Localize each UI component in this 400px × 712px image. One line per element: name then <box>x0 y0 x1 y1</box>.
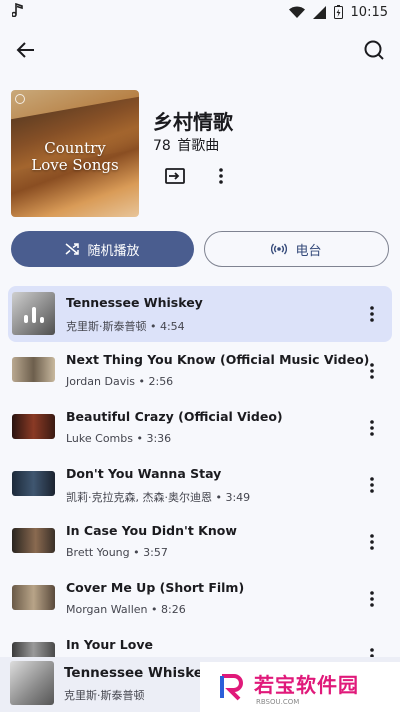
arrow-back-icon <box>16 42 34 58</box>
song-row[interactable]: Beautiful Crazy (Official Video) Luke Co… <box>8 400 392 456</box>
search-button[interactable] <box>356 32 392 68</box>
song-title: In Case You Didn't Know <box>66 523 237 538</box>
more-vert-icon <box>370 420 374 436</box>
song-row[interactable]: Tennessee Whiskey 克里斯·斯泰普顿 • 4:54 <box>8 286 392 342</box>
radio-label: 电台 <box>295 243 322 259</box>
youtube-badge-icon <box>15 94 25 104</box>
song-row[interactable]: Next Thing You Know (Official Music Vide… <box>8 343 392 399</box>
song-subtitle: Luke Combs • 3:36 <box>66 432 172 445</box>
more-vert-icon <box>370 363 374 379</box>
song-title: Don't You Wanna Stay <box>66 466 222 481</box>
song-subtitle: 克里斯·斯泰普顿 • 4:54 <box>66 320 185 333</box>
status-bar: 10:15 <box>0 0 400 24</box>
song-row[interactable]: Don't You Wanna Stay 凯莉·克拉克森, 杰森·奥尔迪恩 • … <box>8 457 392 513</box>
song-thumbnail <box>12 585 55 610</box>
song-thumbnail <box>12 292 55 335</box>
song-subtitle: Jordan Davis • 2:56 <box>66 375 174 388</box>
song-thumbnail <box>12 357 55 382</box>
queue-import-icon <box>165 168 185 184</box>
now-playing-equalizer-icon <box>12 307 55 323</box>
radio-button[interactable]: 电台 <box>204 231 389 267</box>
back-button[interactable] <box>8 32 44 68</box>
song-thumbnail <box>12 471 55 496</box>
song-more-button[interactable] <box>358 585 386 613</box>
more-vert-icon <box>370 306 374 322</box>
song-thumbnail <box>12 528 55 553</box>
mini-player-thumbnail <box>10 661 54 705</box>
cover-title-line2: Love Songs <box>31 156 119 174</box>
song-thumbnail <box>12 414 55 439</box>
song-subtitle: Brett Young • 3:57 <box>66 546 168 559</box>
shuffle-play-label: 随机播放 <box>87 243 140 259</box>
watermark: 若宝软件园 RBSOU.COM <box>200 662 400 712</box>
watermark-text: 若宝软件园 <box>254 672 359 697</box>
shuffle-play-button[interactable]: 随机播放 <box>11 231 194 267</box>
song-title: Beautiful Crazy (Official Video) <box>66 409 283 424</box>
song-more-button[interactable] <box>358 414 386 442</box>
cover-title-line1: Country <box>44 139 106 157</box>
song-more-button[interactable] <box>358 642 386 658</box>
signal-icon <box>312 5 326 19</box>
playlist-more-button[interactable] <box>207 162 235 190</box>
watermark-url: RBSOU.COM <box>256 697 300 706</box>
song-list: Tennessee Whiskey 克里斯·斯泰普顿 • 4:54 Next T… <box>0 282 400 658</box>
playlist-cover: Country Love Songs <box>11 90 139 217</box>
watermark-logo-icon <box>216 671 248 703</box>
song-title: Cover Me Up (Short Film) <box>66 580 245 595</box>
mini-player-artist: 克里斯·斯泰普顿 <box>64 689 145 702</box>
playlist-header: Country Love Songs 乡村情歌 78 首歌曲 <box>11 90 391 218</box>
song-more-button[interactable] <box>358 300 386 328</box>
song-more-button[interactable] <box>358 357 386 385</box>
shuffle-icon <box>65 243 80 255</box>
clock-time: 10:15 <box>350 4 388 20</box>
song-count-number: 78 <box>153 138 171 154</box>
wifi-icon <box>288 6 305 19</box>
music-note-icon <box>11 2 24 21</box>
song-title: Next Thing You Know (Official Music Vide… <box>66 352 370 367</box>
song-count-unit: 首歌曲 <box>177 138 220 154</box>
song-title: In Your Love <box>66 637 153 652</box>
song-row[interactable]: Cover Me Up (Short Film) Morgan Wallen •… <box>8 571 392 627</box>
song-more-button[interactable] <box>358 471 386 499</box>
add-to-queue-button[interactable] <box>161 162 189 190</box>
song-subtitle: Morgan Wallen • 8:26 <box>66 603 186 616</box>
song-title: Tennessee Whiskey <box>66 295 203 310</box>
battery-icon <box>333 5 343 19</box>
radio-broadcast-icon <box>271 243 288 255</box>
more-vert-icon <box>370 534 374 550</box>
playlist-title: 乡村情歌 <box>153 110 233 134</box>
song-count: 78 首歌曲 <box>153 135 221 155</box>
song-row[interactable]: In Case You Didn't Know Brett Young • 3:… <box>8 514 392 570</box>
search-icon <box>364 40 384 60</box>
more-vert-icon <box>219 168 223 184</box>
song-more-button[interactable] <box>358 528 386 556</box>
song-row[interactable]: In Your Love <box>8 628 392 658</box>
song-thumbnail <box>12 642 55 658</box>
more-vert-icon <box>370 591 374 607</box>
top-app-bar <box>0 30 400 70</box>
more-vert-icon <box>370 477 374 493</box>
mini-player-title: Tennessee Whiskey <box>64 665 212 681</box>
song-subtitle: 凯莉·克拉克森, 杰森·奥尔迪恩 • 3:49 <box>66 491 251 504</box>
